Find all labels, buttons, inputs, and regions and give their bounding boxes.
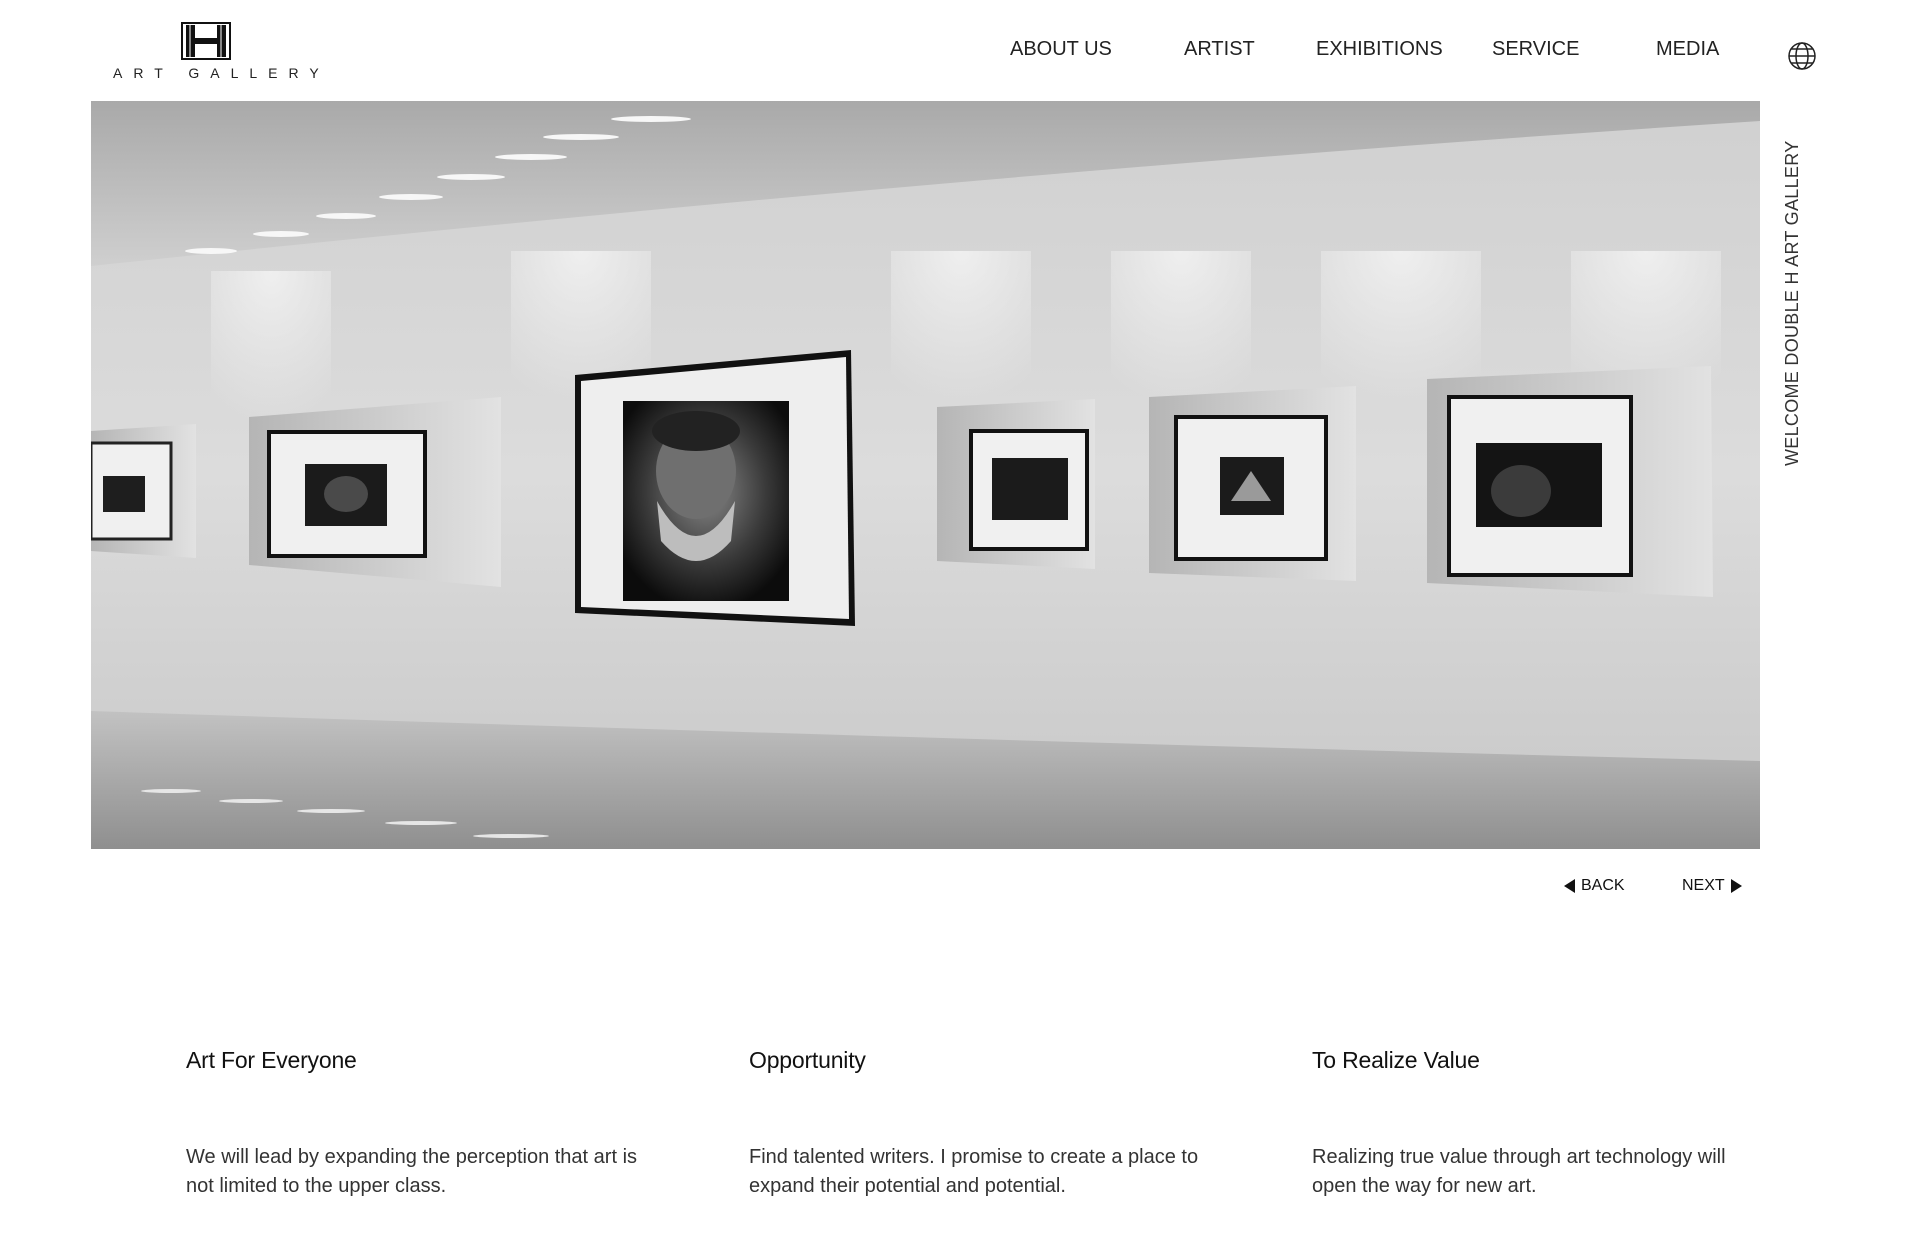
back-button-label: BACK: [1581, 877, 1625, 894]
feature-title: Opportunity: [749, 1047, 866, 1073]
feature-title: To Realize Value: [1312, 1047, 1480, 1073]
nav-item-about-us[interactable]: ABOUT US: [1010, 38, 1112, 61]
feature-body: We will lead by expanding the perception…: [186, 1146, 638, 1197]
feature-opportunity: Opportunity Find talented writers. I pro…: [749, 1047, 1209, 1201]
nav-item-media[interactable]: MEDIA: [1656, 38, 1719, 61]
nav-item-service[interactable]: SERVICE: [1492, 38, 1579, 61]
welcome-side-text: WELCOME DOUBLE H ART GALLERY: [1778, 140, 1810, 470]
feature-title: Art For Everyone: [186, 1047, 357, 1073]
back-button[interactable]: BACK: [1564, 877, 1625, 895]
feature-art-for-everyone: Art For Everyone We will lead by expandi…: [186, 1047, 646, 1201]
triangle-left-icon: [1564, 879, 1575, 893]
feature-body: Find talented writers. I promise to crea…: [749, 1146, 1199, 1197]
nav-item-artist[interactable]: ARTIST: [1184, 38, 1255, 61]
triangle-right-icon: [1730, 879, 1742, 893]
feature-to-realize-value: To Realize Value Realizing true value th…: [1312, 1047, 1772, 1201]
feature-body: Realizing true value through art technol…: [1312, 1146, 1726, 1197]
logo-text: ART GALLERY: [113, 65, 330, 81]
next-button-label: NEXT: [1682, 877, 1725, 894]
globe-icon[interactable]: [1786, 40, 1818, 72]
welcome-side-text-label: WELCOME DOUBLE H ART GALLERY: [1782, 140, 1802, 466]
hero-gallery-image: [91, 101, 1760, 849]
main-nav: ABOUT US ARTIST EXHIBITIONS SERVICE MEDI…: [0, 38, 1920, 64]
next-button[interactable]: NEXT: [1682, 877, 1742, 895]
nav-item-exhibitions[interactable]: EXHIBITIONS: [1316, 38, 1443, 61]
